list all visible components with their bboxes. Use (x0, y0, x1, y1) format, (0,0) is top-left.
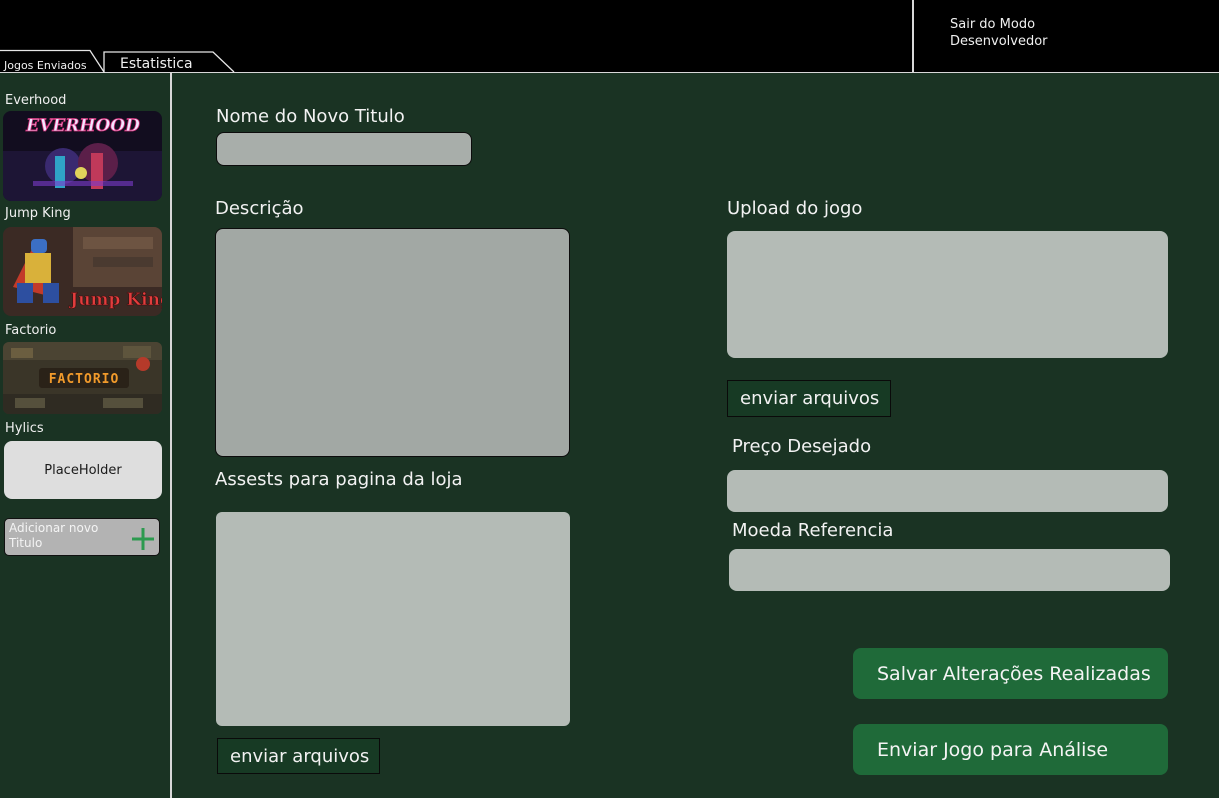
add-new-title-label: Adicionar novo Titulo (9, 521, 99, 550)
submit-for-review-button[interactable]: Enviar Jogo para Análise (853, 724, 1168, 775)
title-name-input[interactable] (216, 132, 472, 166)
sidebar-item-factorio[interactable]: FACTORIO (3, 342, 162, 414)
exit-developer-mode-button[interactable]: Sair do Modo Desenvolvedor (950, 16, 1110, 50)
currency-input[interactable] (729, 549, 1170, 591)
sidebar-divider (170, 73, 172, 798)
currency-label: Moeda Referencia (732, 520, 894, 541)
tab-jogos-enviados[interactable]: Jogos Enviados (4, 59, 87, 72)
save-changes-button[interactable]: Salvar Alterações Realizadas (853, 648, 1168, 699)
factorio-thumbnail: FACTORIO (3, 342, 162, 414)
price-label: Preço Desejado (732, 436, 872, 457)
sidebar-item-label: Factorio (5, 323, 57, 338)
description-textarea[interactable] (215, 228, 570, 457)
store-assets-dropzone[interactable] (216, 512, 570, 726)
store-assets-label: Assests para pagina da loja (215, 469, 463, 490)
game-upload-label: Upload do jogo (727, 198, 863, 219)
tab-estatistica[interactable]: Estatistica (120, 56, 193, 72)
price-input[interactable] (727, 470, 1168, 512)
title-name-label: Nome do Novo Titulo (216, 106, 405, 127)
placeholder-text: PlaceHolder (44, 462, 122, 478)
jump-king-logo-text: Jump King (68, 290, 162, 310)
everhood-thumbnail: EVERHOOD (3, 111, 162, 201)
send-assets-files-button[interactable]: enviar arquivos (217, 738, 380, 774)
sidebar-item-hylics[interactable]: PlaceHolder (4, 441, 162, 499)
jump-king-thumbnail: Jump King (3, 227, 162, 316)
send-game-files-button[interactable]: enviar arquivos (727, 380, 891, 417)
sidebar-item-label: Everhood (5, 93, 67, 108)
description-label: Descrição (215, 198, 304, 219)
sidebar-item-everhood[interactable]: EVERHOOD (3, 111, 162, 201)
add-new-title-button[interactable]: Adicionar novo Titulo (4, 518, 160, 556)
game-upload-dropzone[interactable] (727, 231, 1168, 358)
sidebar-item-label: Jump King (5, 206, 71, 221)
everhood-logo-text: EVERHOOD (25, 116, 140, 136)
topbar-divider (912, 0, 914, 73)
plus-icon (132, 528, 154, 550)
factorio-logo-text: FACTORIO (49, 372, 120, 387)
sidebar-item-label: Hylics (5, 421, 44, 436)
sidebar-item-jump-king[interactable]: Jump King (3, 227, 162, 316)
